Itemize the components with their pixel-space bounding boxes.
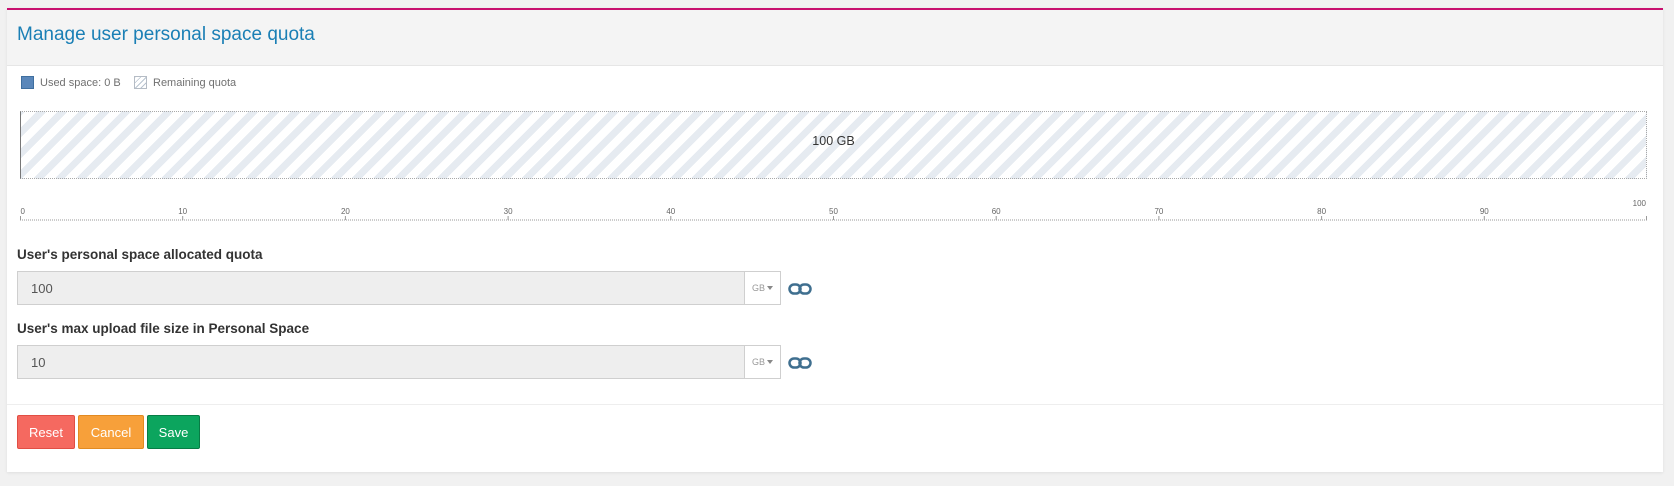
link-icon[interactable] [788, 282, 812, 296]
ruler-tick-label: 90 [1480, 207, 1489, 216]
quota-ruler: 0 10 20 30 40 50 60 70 80 90 100 [20, 195, 1647, 225]
divider [7, 404, 1663, 405]
quota-panel: Manage user personal space quota Used sp… [7, 8, 1663, 472]
ruler-tick-label: 70 [1154, 207, 1163, 216]
ruler-tick-label: 10 [178, 207, 187, 216]
legend-used: Used space: 0 B [21, 75, 121, 91]
reset-button[interactable]: Reset [17, 415, 75, 449]
ruler-tick-label: 0 [21, 207, 26, 216]
ruler-tick-label: 30 [504, 207, 513, 216]
max-upload-input[interactable] [17, 345, 744, 379]
legend-remaining-label: Remaining quota [153, 77, 237, 89]
ruler-tick-label: 100 [1633, 199, 1647, 208]
allocated-quota-input[interactable] [17, 271, 744, 305]
page-title: Manage user personal space quota [17, 24, 315, 45]
ruler-tick-label: 80 [1317, 207, 1326, 216]
ruler-tick-label: 60 [992, 207, 1001, 216]
legend-remaining: Remaining quota [134, 75, 236, 91]
quota-bar: 100 GB [20, 111, 1647, 179]
chevron-down-icon [767, 360, 773, 364]
max-upload-group: GB [17, 345, 781, 379]
quota-bar-label: 100 GB [812, 134, 855, 148]
legend-used-label: Used space: 0 B [40, 77, 121, 89]
allocated-quota-label: User's personal space allocated quota [17, 247, 263, 262]
allocated-quota-unit-select[interactable]: GB [744, 271, 781, 305]
ruler-tick-label: 20 [341, 207, 350, 216]
max-upload-label: User's max upload file size in Personal … [17, 321, 310, 336]
used-swatch-icon [21, 76, 34, 89]
panel-header: Manage user personal space quota [7, 10, 1663, 66]
ruler-tick-label: 40 [666, 207, 675, 216]
ruler-tick-label: 50 [829, 207, 838, 216]
max-upload-unit-label: GB [751, 357, 765, 367]
link-icon[interactable] [788, 356, 812, 370]
chevron-down-icon [767, 286, 773, 290]
save-button[interactable]: Save [147, 415, 200, 449]
allocated-quota-unit-label: GB [751, 283, 765, 293]
cancel-button[interactable]: Cancel [78, 415, 144, 449]
remaining-swatch-icon [134, 76, 147, 89]
allocated-quota-group: GB [17, 271, 781, 305]
max-upload-unit-select[interactable]: GB [744, 345, 781, 379]
